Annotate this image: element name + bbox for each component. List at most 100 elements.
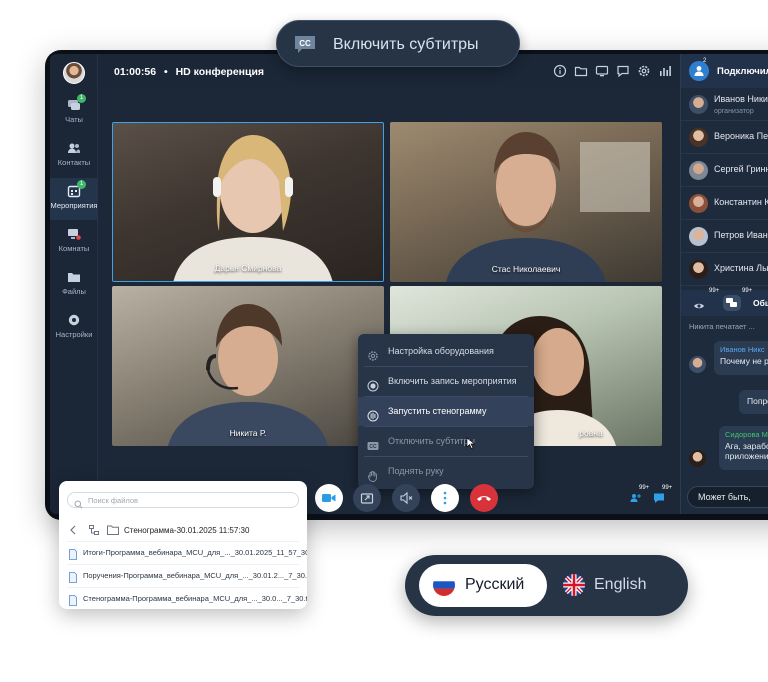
sidebar-item-label: Комнаты xyxy=(58,244,90,253)
avatar xyxy=(689,260,708,279)
language-option-english[interactable]: English xyxy=(555,564,675,607)
eye-icon[interactable] xyxy=(693,298,705,316)
promo-stage: 1 Чаты Контакты 1 Мероприятия Комнаты Фа… xyxy=(0,0,768,682)
enable-subtitles-label: Включить субтитры xyxy=(333,36,479,53)
chat-icon[interactable] xyxy=(616,64,630,78)
user-avatar[interactable] xyxy=(63,62,85,84)
enable-subtitles-button[interactable]: CC Включить субтитры xyxy=(276,20,520,67)
record-icon xyxy=(367,375,379,392)
participant-row[interactable]: Христина Лых xyxy=(681,253,768,286)
tab-general[interactable]: Общ xyxy=(753,298,768,308)
mute-speaker-button[interactable] xyxy=(392,484,420,512)
participant-row-name: Сергей Гринн xyxy=(714,164,768,174)
language-label: English xyxy=(594,576,647,593)
sidebar-item-files[interactable]: Файлы xyxy=(50,264,98,306)
participant-portrait xyxy=(168,304,328,446)
uk-flag-icon xyxy=(563,574,585,596)
call-title: HD конференция xyxy=(175,66,265,78)
folder-icon xyxy=(107,525,119,537)
tree-icon[interactable] xyxy=(89,525,99,537)
sidebar-item-contacts[interactable]: Контакты xyxy=(50,135,98,177)
video-tile-participant-1[interactable]: Дарья Смирнова xyxy=(112,122,384,282)
participants-panel: 2 Подключил Иванов Никита организатор Ве… xyxy=(680,54,768,514)
menu-item-raise-hand[interactable]: Поднять руку xyxy=(358,457,534,486)
speaker-mute-icon xyxy=(400,491,413,505)
menu-item-label: Поднять руку xyxy=(388,466,444,476)
closed-captions-icon: CC xyxy=(293,34,317,54)
sidebar-item-label: Настройки xyxy=(55,330,93,339)
sidebar-item-label: Контакты xyxy=(57,158,91,167)
language-option-russian[interactable]: Русский xyxy=(419,564,547,607)
panel-tabs: 99+ 99+ Общ xyxy=(681,288,768,316)
gear-icon[interactable] xyxy=(637,64,651,78)
chat-count-badge: 99+ xyxy=(662,485,673,491)
avatar xyxy=(689,128,708,147)
file-row[interactable]: Поручения-Программа_вебинара_MCU_для_...… xyxy=(67,564,307,586)
video-tile-participant-2[interactable]: Стас Николаевич xyxy=(390,122,662,282)
message-author: Иванов Никс xyxy=(720,345,765,354)
participants-count-badge: 99+ xyxy=(639,485,650,491)
sidebar-item-chats[interactable]: 1 Чаты xyxy=(50,92,98,134)
message-author: Сидорова Ма xyxy=(725,430,768,439)
svg-text:CC: CC xyxy=(369,444,377,450)
back-icon[interactable] xyxy=(69,525,77,537)
sidebar-item-rooms[interactable]: Комнаты xyxy=(50,221,98,263)
sidebar-item-events[interactable]: 1 Мероприятия xyxy=(50,178,98,220)
search-icon xyxy=(74,496,83,509)
language-label: Русский xyxy=(465,576,525,593)
contacts-icon xyxy=(67,141,81,155)
share-screen-button[interactable] xyxy=(353,484,381,512)
menu-item-start-recording[interactable]: Включить запись мероприятия xyxy=(358,367,534,396)
hang-up-button[interactable] xyxy=(470,484,498,512)
toolbar-icons xyxy=(553,64,672,78)
sidebar-item-settings[interactable]: Настройки xyxy=(50,307,98,349)
avatar xyxy=(689,450,706,467)
participants-counter[interactable]: 99+ xyxy=(630,485,649,509)
video-tile-participant-3[interactable]: Никита Р. xyxy=(112,286,384,446)
participants-panel-title: Подключил xyxy=(717,66,768,77)
message-text: Почему не р xyxy=(720,356,768,366)
russia-flag-icon xyxy=(433,574,455,596)
chat-tab[interactable] xyxy=(723,295,741,311)
screen-icon[interactable] xyxy=(595,64,609,78)
chat-counter[interactable]: 99+ xyxy=(653,485,672,509)
events-badge: 1 xyxy=(77,180,86,189)
svg-text:CC: CC xyxy=(299,39,311,48)
hand-icon xyxy=(367,465,379,482)
file-row[interactable]: Итоги-Программа_вебинара_MCU_для_..._30.… xyxy=(67,541,307,563)
participant-row-name: Иванов Никита xyxy=(714,94,768,104)
file-row[interactable]: Стенограмма-Программа_вебинара_MCU_для_.… xyxy=(67,587,307,609)
breadcrumb: Стенограмма-30.01.2025 11:57:30 xyxy=(69,525,299,539)
stats-icon[interactable] xyxy=(658,64,672,78)
chat-message: Сидорова Ма Ага, зарабо приложени xyxy=(719,426,768,470)
folder-icon[interactable] xyxy=(574,64,588,78)
events-icon: 1 xyxy=(67,180,86,198)
participants-icon xyxy=(630,494,641,502)
menu-item-start-transcript[interactable]: Запустить стенограмму xyxy=(358,397,534,426)
participants-count: 2 xyxy=(703,58,707,64)
chat-message: Иванов Никс Почему не р xyxy=(714,341,768,375)
message-text: Попро xyxy=(747,396,768,406)
participant-portrait xyxy=(446,132,650,282)
files-panel: Поиск файлов Стенограмма-30.01.2025 11:5… xyxy=(59,481,307,609)
chat-input[interactable]: Может быть, xyxy=(687,486,768,508)
rooms-icon xyxy=(67,227,81,241)
participant-row[interactable]: Константин К xyxy=(681,187,768,220)
file-icon xyxy=(69,593,77,606)
participant-row[interactable]: Вероника Пет xyxy=(681,121,768,154)
info-icon[interactable] xyxy=(553,64,567,78)
more-vertical-icon xyxy=(443,491,447,505)
avatar xyxy=(689,161,708,180)
participant-row[interactable]: Сергей Гринн xyxy=(681,154,768,187)
participant-row[interactable]: Иванов Никита организатор xyxy=(681,88,768,121)
camera-button[interactable] xyxy=(315,484,343,512)
cursor-icon xyxy=(466,437,476,449)
menu-item-hardware-settings[interactable]: Настройка оборудования xyxy=(358,337,534,366)
left-sidebar: 1 Чаты Контакты 1 Мероприятия Комнаты Фа… xyxy=(50,54,98,514)
chat-icon xyxy=(654,493,664,503)
file-search-input[interactable]: Поиск файлов xyxy=(67,492,299,509)
more-options-button[interactable] xyxy=(431,484,459,512)
participant-name: Дарья Смирнова xyxy=(214,263,282,273)
participant-row[interactable]: Петров Иван xyxy=(681,220,768,253)
menu-item-disable-subtitles[interactable]: CC Отключить субтитры xyxy=(358,427,534,456)
